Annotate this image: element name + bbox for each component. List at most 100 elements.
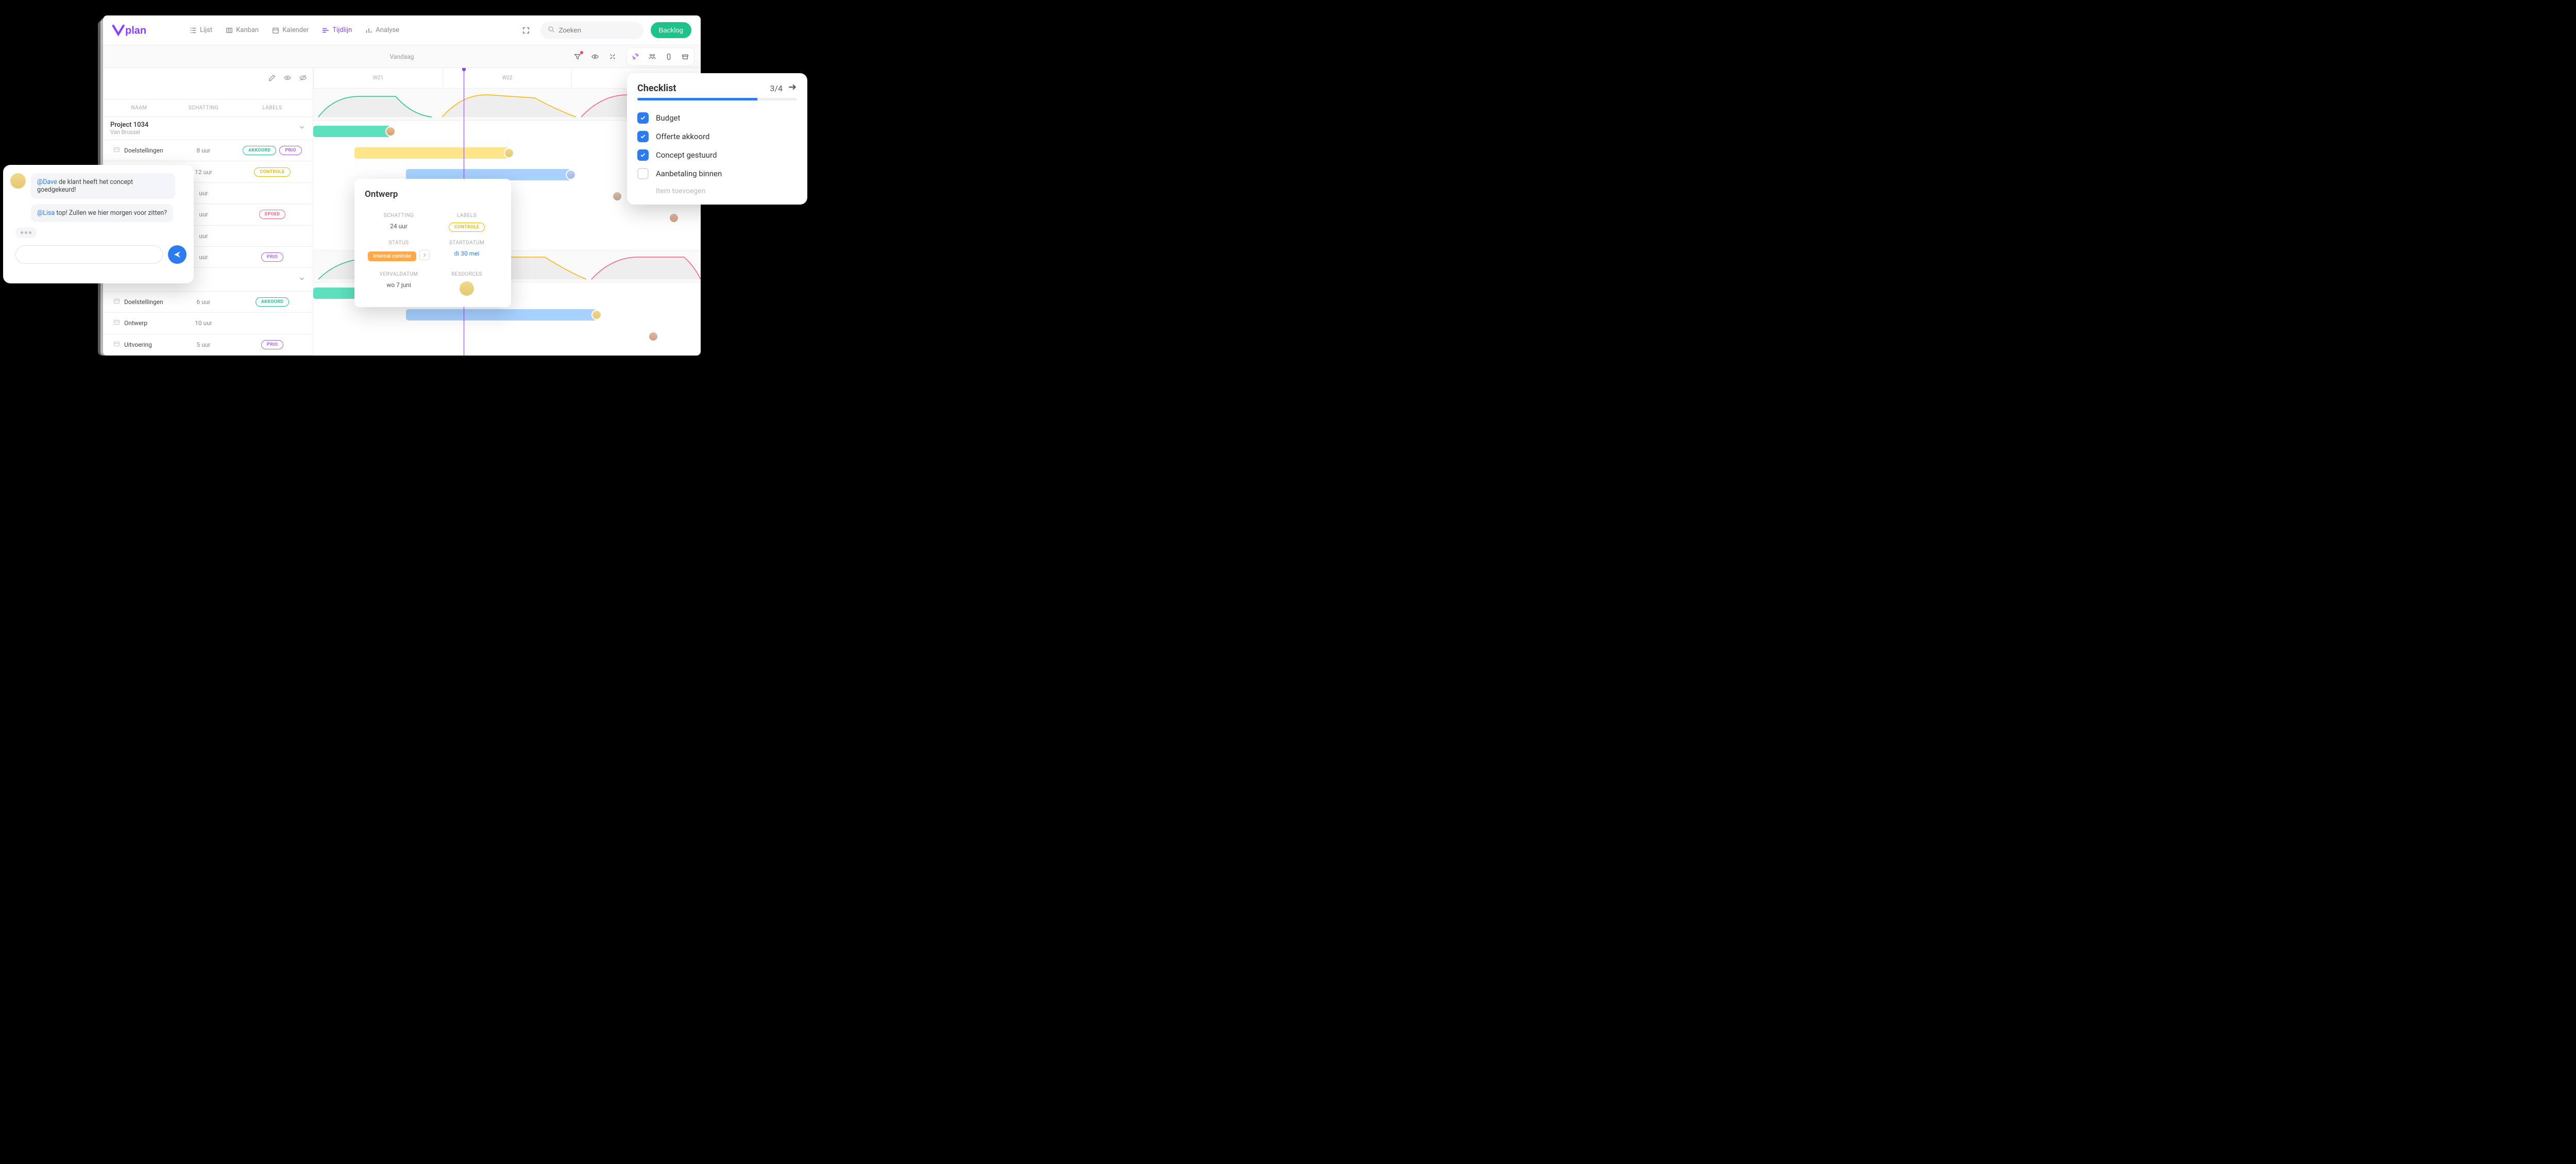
send-button[interactable] bbox=[168, 245, 187, 264]
arrow-right-icon[interactable] bbox=[788, 82, 797, 94]
progress-bar bbox=[637, 98, 797, 100]
eye-icon[interactable] bbox=[588, 50, 602, 63]
people-icon[interactable] bbox=[646, 50, 659, 63]
timeline-icon bbox=[322, 27, 329, 34]
typing-indicator bbox=[10, 227, 187, 238]
nav-analyse[interactable]: Analyse bbox=[360, 22, 404, 38]
archive-icon[interactable] bbox=[679, 50, 692, 63]
avatar bbox=[10, 173, 26, 189]
fullscreen-button[interactable] bbox=[519, 23, 533, 38]
task-bar[interactable] bbox=[313, 126, 391, 137]
status-chip[interactable]: Internal controle bbox=[368, 251, 416, 261]
label-pill: PRIO bbox=[261, 340, 284, 349]
avatar bbox=[612, 191, 622, 201]
chevron-down-icon[interactable] bbox=[298, 124, 306, 133]
checklist-item[interactable]: Offerte akkoord bbox=[637, 127, 797, 146]
group-header[interactable]: Project 1034 Van Brussel bbox=[103, 117, 313, 140]
checklist-label: Budget bbox=[656, 113, 680, 123]
label-pill: AKKOORD bbox=[256, 297, 289, 307]
checklist-item[interactable]: Aanbetaling binnen bbox=[637, 164, 797, 183]
label-pill: SPOED bbox=[259, 210, 286, 219]
tag-icon[interactable] bbox=[662, 50, 675, 63]
nav-label: Kalender bbox=[282, 26, 309, 34]
search-input[interactable] bbox=[559, 26, 636, 34]
chat-message: @Lisa top! Zullen we hier morgen voor zi… bbox=[31, 204, 187, 222]
arrow-right-icon[interactable] bbox=[419, 250, 430, 260]
eye-icon[interactable] bbox=[282, 72, 293, 83]
checklist-label: Offerte akkoord bbox=[656, 132, 709, 141]
table-head-blank bbox=[103, 68, 313, 99]
mention[interactable]: @Dave bbox=[37, 178, 57, 186]
avatar bbox=[504, 148, 514, 158]
avatar bbox=[648, 331, 658, 342]
checkbox[interactable] bbox=[637, 149, 649, 161]
app-header: plan Lijst Kanban Kalender Tijdlijn Anal… bbox=[103, 15, 701, 45]
avatar bbox=[566, 170, 576, 180]
week-label: W22 bbox=[443, 68, 572, 88]
nav-label: Kanban bbox=[236, 26, 259, 34]
nav-label: Analyse bbox=[376, 26, 399, 34]
chevron-down-icon[interactable] bbox=[298, 275, 306, 284]
week-label: W21 bbox=[313, 68, 443, 88]
checklist-panel: Checklist 3/4 Budget Offerte akkoord Con… bbox=[627, 73, 807, 205]
table-row[interactable]: Uitvoering5 uurPRIO bbox=[103, 334, 313, 356]
today-label[interactable]: Vandaag bbox=[389, 53, 414, 60]
eye-off-icon[interactable] bbox=[297, 72, 309, 83]
checklist-header: Checklist 3/4 bbox=[637, 82, 797, 94]
pencil-icon[interactable] bbox=[266, 72, 278, 83]
col-estimate: SCHATTING bbox=[175, 99, 232, 116]
chat-text: top! Zullen we hier morgen voor zitten? bbox=[55, 209, 167, 217]
checklist-item[interactable]: Concept gestuurd bbox=[637, 146, 797, 164]
checkbox[interactable] bbox=[637, 168, 649, 179]
due-value: wo 7 juni bbox=[365, 281, 433, 289]
label-pill: CONTROLE bbox=[449, 223, 485, 232]
nav-tijdlijn[interactable]: Tijdlijn bbox=[317, 22, 357, 38]
tools-icon[interactable] bbox=[606, 50, 619, 63]
task-bar[interactable] bbox=[406, 309, 597, 320]
label-pill: PRIO bbox=[279, 146, 302, 155]
table-row[interactable]: Doelstellingen8 uurAKKOORDPRIO bbox=[103, 140, 313, 161]
chat-panel: @Dave de klant heeft het concept goedgek… bbox=[3, 165, 194, 283]
task-bar[interactable] bbox=[643, 234, 701, 245]
est-label: SCHATTING bbox=[365, 213, 433, 218]
chat-bubble: @Dave de klant heeft het concept goedgek… bbox=[31, 173, 175, 199]
task-est: 6 uur bbox=[175, 298, 232, 306]
task-bar[interactable] bbox=[514, 191, 617, 202]
resources-label: RESOURCES bbox=[433, 272, 501, 277]
task-est: 8 uur bbox=[175, 147, 232, 154]
status-label: STATUS bbox=[365, 240, 433, 246]
start-value[interactable]: di 30 mei bbox=[433, 250, 501, 257]
add-item-input[interactable]: Item toevoegen bbox=[637, 183, 797, 195]
avatar bbox=[591, 310, 602, 320]
backlog-button[interactable]: Backlog bbox=[651, 22, 691, 38]
checkbox[interactable] bbox=[637, 112, 649, 124]
nav-kanban[interactable]: Kanban bbox=[221, 22, 264, 38]
nav-tabs: Lijst Kanban Kalender Tijdlijn Analyse bbox=[184, 22, 404, 38]
filter-icon[interactable] bbox=[571, 50, 584, 63]
avatar[interactable] bbox=[460, 281, 474, 296]
puzzle-icon[interactable] bbox=[629, 50, 642, 63]
task-est: 5 uur bbox=[175, 341, 232, 348]
search-box[interactable] bbox=[540, 22, 643, 39]
nav-lijst[interactable]: Lijst bbox=[184, 22, 217, 38]
card-icon bbox=[113, 319, 120, 327]
due-label: VERVALDATUM bbox=[365, 272, 433, 277]
table-row[interactable]: Doelstellingen6 uurAKKOORD bbox=[103, 292, 313, 313]
nav-kalender[interactable]: Kalender bbox=[267, 22, 314, 38]
nav-label: Tijdlijn bbox=[332, 26, 352, 34]
column-headers: NAAM SCHATTING LABELS bbox=[103, 99, 313, 117]
board-icon bbox=[226, 27, 233, 34]
task-bar[interactable] bbox=[509, 331, 653, 342]
task-bar[interactable] bbox=[354, 147, 509, 159]
label-pill: PRIO bbox=[261, 252, 284, 262]
calendar-icon bbox=[272, 27, 279, 34]
popover-title: Ontwerp bbox=[365, 189, 501, 199]
checklist-item[interactable]: Budget bbox=[637, 109, 797, 127]
task-bar[interactable] bbox=[561, 212, 674, 224]
avatar bbox=[669, 213, 679, 223]
checkbox[interactable] bbox=[637, 131, 649, 142]
table-row[interactable]: Ontwerp10 uur bbox=[103, 313, 313, 334]
chat-message: @Dave de klant heeft het concept goedgek… bbox=[10, 173, 187, 199]
mention[interactable]: @Lisa bbox=[37, 209, 55, 217]
chat-input[interactable] bbox=[15, 245, 163, 264]
